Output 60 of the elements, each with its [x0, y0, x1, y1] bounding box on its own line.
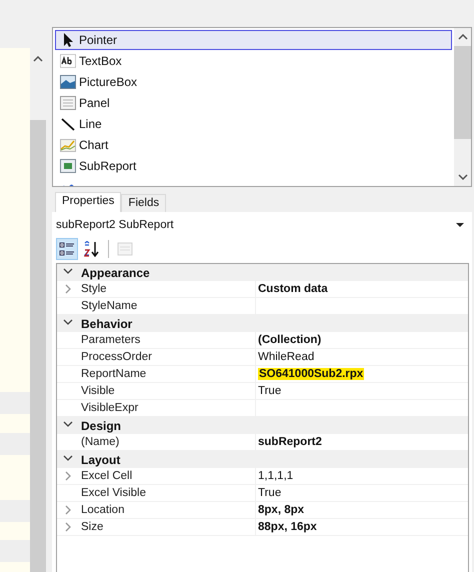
toolbox-item[interactable]: SubReport	[55, 156, 452, 176]
textbox-icon	[60, 53, 76, 69]
picture-icon	[60, 74, 76, 90]
toolbox-item[interactable]: Panel	[55, 93, 452, 113]
property-value[interactable]: SO641000Sub2.rpx	[258, 368, 364, 380]
expand-icon[interactable]	[65, 471, 71, 481]
property-name: Style	[79, 281, 256, 297]
property-name: VisibleExpr	[79, 400, 256, 416]
toolbox-item[interactable]: Line	[55, 114, 452, 134]
category-label: Layout	[80, 452, 120, 466]
tab[interactable]: Properties	[55, 192, 122, 212]
toolbox-item[interactable]: PictureBox	[55, 72, 452, 92]
row-background	[0, 392, 30, 414]
row-background	[0, 500, 30, 522]
property-value[interactable]: True	[258, 487, 282, 499]
scrollbar[interactable]	[454, 28, 471, 186]
property-value[interactable]: 88px, 16px	[258, 521, 317, 533]
tab[interactable]: Fields	[121, 194, 166, 212]
property-value[interactable]: subReport2	[258, 436, 322, 448]
line-icon	[60, 116, 76, 132]
expand-icon[interactable]	[65, 522, 71, 532]
property-row[interactable]: Parameters (Collection)	[57, 332, 468, 349]
toolbox-item[interactable]: TextBox	[55, 51, 452, 71]
property-value[interactable]: 1,1,1,1	[258, 470, 294, 482]
property-name: ProcessOrder	[79, 349, 256, 365]
property-row[interactable]: ProcessOrder WhileRead	[57, 349, 468, 366]
property-row[interactable]: Visible True	[57, 383, 468, 400]
property-name: StyleName	[79, 298, 256, 314]
property-value[interactable]: 8px, 8px	[258, 504, 304, 516]
property-name: Location	[79, 502, 256, 518]
categorized-button[interactable]	[56, 238, 78, 260]
dropdown-arrow-icon[interactable]	[456, 223, 464, 227]
property-name: Parameters	[79, 332, 256, 348]
property-name: ReportName	[79, 366, 256, 382]
property-name: Visible	[79, 383, 256, 399]
category-label: Behavior	[80, 316, 132, 330]
property-value[interactable]: True	[258, 385, 282, 397]
object-name: subReport2 SubReport	[56, 219, 174, 231]
toolbox-item[interactable]: Pointer	[55, 30, 452, 50]
chart-icon	[60, 137, 76, 153]
property-value[interactable]: WhileRead	[258, 351, 314, 363]
scrollbar-thumb[interactable]	[454, 46, 471, 139]
row-background	[0, 540, 30, 562]
property-name: Excel Cell	[79, 468, 256, 484]
panel-icon	[60, 95, 76, 111]
property-name: Size	[79, 519, 256, 535]
expand-icon[interactable]	[65, 284, 71, 294]
property-value[interactable]: Custom data	[258, 283, 328, 295]
toolbox-item[interactable]: Chart	[55, 135, 452, 155]
property-name: (Name)	[79, 434, 256, 450]
category-label: Appearance	[80, 266, 150, 280]
property-row[interactable]: ReportName SO641000Sub2.rpx	[57, 366, 468, 383]
property-value[interactable]: (Collection)	[258, 334, 322, 346]
subreport-icon	[60, 158, 76, 174]
property-name: Excel Visible	[79, 485, 256, 501]
row-background	[0, 433, 30, 455]
property-row[interactable]: Excel Visible True	[57, 485, 468, 502]
object-selector[interactable]: subReport2 SubReport	[52, 213, 472, 237]
category-label: Design	[80, 418, 122, 432]
expand-icon[interactable]	[65, 505, 71, 515]
